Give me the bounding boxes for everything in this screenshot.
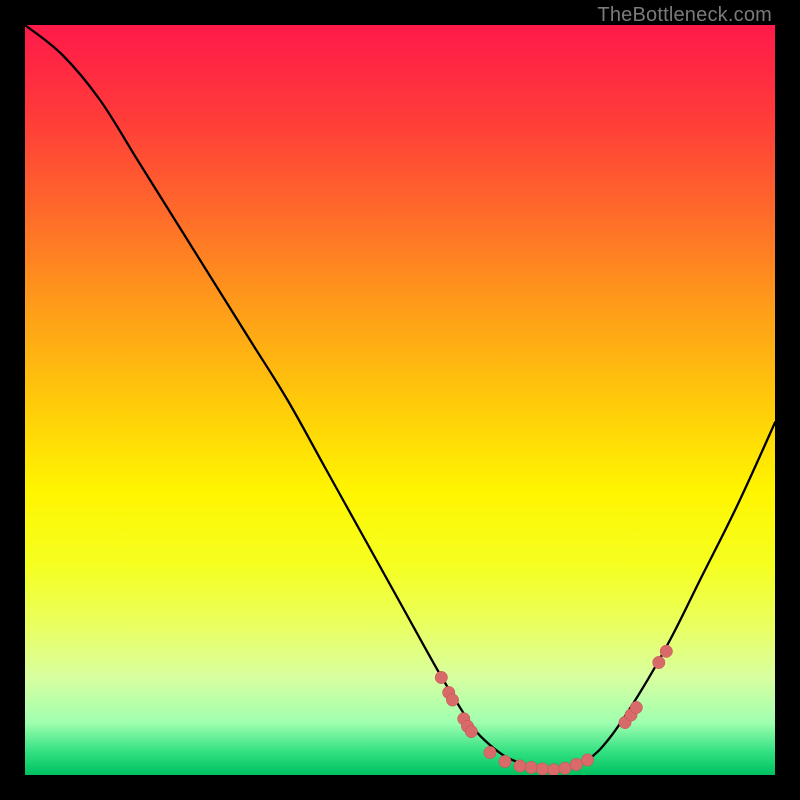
marker-dot — [536, 763, 548, 775]
marker-dot — [581, 754, 593, 766]
chart-svg — [25, 25, 775, 775]
plot-area — [25, 25, 775, 775]
chart-frame: TheBottleneck.com — [0, 0, 800, 800]
marker-dot — [653, 656, 665, 668]
marker-dots — [435, 645, 672, 775]
marker-dot — [570, 758, 582, 770]
marker-dot — [435, 671, 447, 683]
marker-dot — [630, 701, 642, 713]
marker-dot — [548, 764, 560, 775]
marker-dot — [446, 694, 458, 706]
marker-dot — [514, 760, 526, 772]
marker-dot — [484, 746, 496, 758]
watermark-text: TheBottleneck.com — [597, 4, 772, 27]
marker-dot — [525, 761, 537, 773]
marker-dot — [465, 725, 477, 737]
marker-dot — [660, 645, 672, 657]
marker-dot — [559, 762, 571, 774]
marker-dot — [499, 755, 511, 767]
